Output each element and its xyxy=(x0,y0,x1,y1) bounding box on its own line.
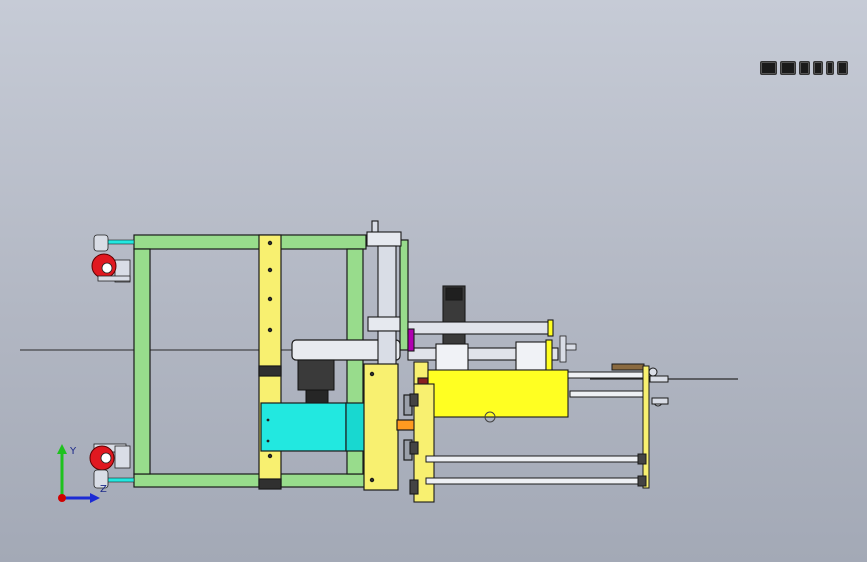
guide-plate[interactable] xyxy=(399,239,409,351)
cad-model-view[interactable] xyxy=(0,0,867,562)
end-plate xyxy=(642,365,650,489)
zoom-area-icon[interactable] xyxy=(780,61,796,75)
motor-body xyxy=(297,359,335,391)
handwheel[interactable] xyxy=(559,335,577,363)
gearbox xyxy=(260,402,347,452)
reference-triad: Y Z xyxy=(57,444,107,503)
previous-view-icon[interactable] xyxy=(798,61,811,75)
main-yellow-block xyxy=(427,369,569,418)
orange-coupler xyxy=(396,419,416,431)
caster-top[interactable] xyxy=(91,234,135,283)
view-orientation-icon[interactable] xyxy=(825,61,834,75)
frame-bottom-beam[interactable] xyxy=(133,473,367,488)
column-clamp-upper xyxy=(258,365,282,377)
purple-spacer xyxy=(407,328,415,352)
display-style-icon[interactable] xyxy=(836,61,848,75)
side-plate[interactable] xyxy=(363,363,416,491)
graphics-viewport[interactable]: Y Z xyxy=(0,0,867,562)
frame-top-beam[interactable] xyxy=(133,234,367,250)
triad-z-label: Z xyxy=(100,484,107,495)
triad-y-label: Y xyxy=(69,446,77,457)
column-clamp-lower xyxy=(258,478,282,490)
slide-block xyxy=(435,343,469,373)
zoom-to-fit-icon[interactable] xyxy=(760,61,778,75)
section-view-icon[interactable] xyxy=(813,61,823,75)
frame-left-post[interactable] xyxy=(133,248,151,475)
triad-x-axis xyxy=(58,494,66,502)
upper-rail xyxy=(407,321,551,335)
carriage-assembly[interactable] xyxy=(407,285,569,503)
heads-up-view-toolbar[interactable] xyxy=(760,60,848,76)
